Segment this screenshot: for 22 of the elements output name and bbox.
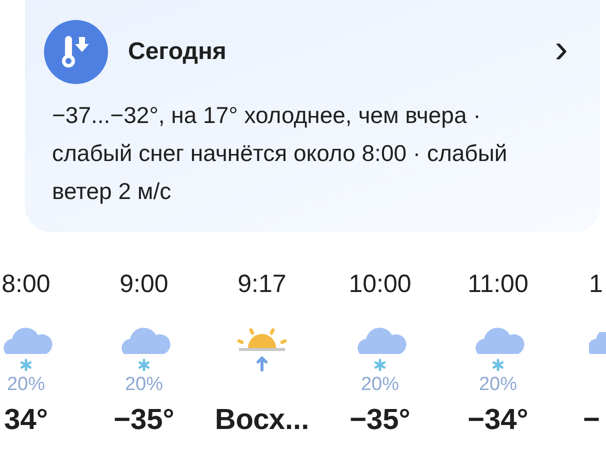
hour-temperature: −34° bbox=[468, 403, 528, 438]
card-title: Сегодня bbox=[128, 38, 228, 66]
hour-time: 8:00 bbox=[2, 270, 50, 298]
precipitation-chance: 20% bbox=[6, 374, 46, 396]
hour-time: 10:00 bbox=[348, 270, 412, 298]
precipitation-chance: 20% bbox=[360, 374, 400, 396]
chevron-button[interactable]: › bbox=[546, 29, 576, 75]
cloud-icon bbox=[589, 332, 606, 356]
hour-temperature: − bbox=[583, 403, 600, 438]
hour-temperature: −35° bbox=[114, 403, 174, 438]
hour-temperature: 34° bbox=[4, 403, 48, 438]
hour-time: 9:17 bbox=[238, 270, 286, 298]
thermometer-down-icon bbox=[44, 20, 108, 84]
hour-time: 11:00 bbox=[468, 270, 528, 298]
today-card[interactable]: Сегодня › −37...−32°, на 17° холоднее, чем вчера · слабый снег начнётся около 8:00 · слабый ветер 2 м/с bbox=[25, 0, 600, 232]
hour-time: 1 bbox=[589, 270, 603, 298]
precipitation-chance: 20% bbox=[124, 374, 164, 396]
hour-temperature: −35° bbox=[350, 403, 410, 438]
hour-time: 9:00 bbox=[120, 270, 168, 298]
hour-temperature: Восх... bbox=[214, 403, 310, 438]
precipitation-chance: 20% bbox=[478, 374, 518, 396]
weather-summary: −37...−32°, на 17° холоднее, чем вчера · слабый снег начнётся около 8:00 · слабый ветер 2 м/с bbox=[52, 101, 508, 206]
